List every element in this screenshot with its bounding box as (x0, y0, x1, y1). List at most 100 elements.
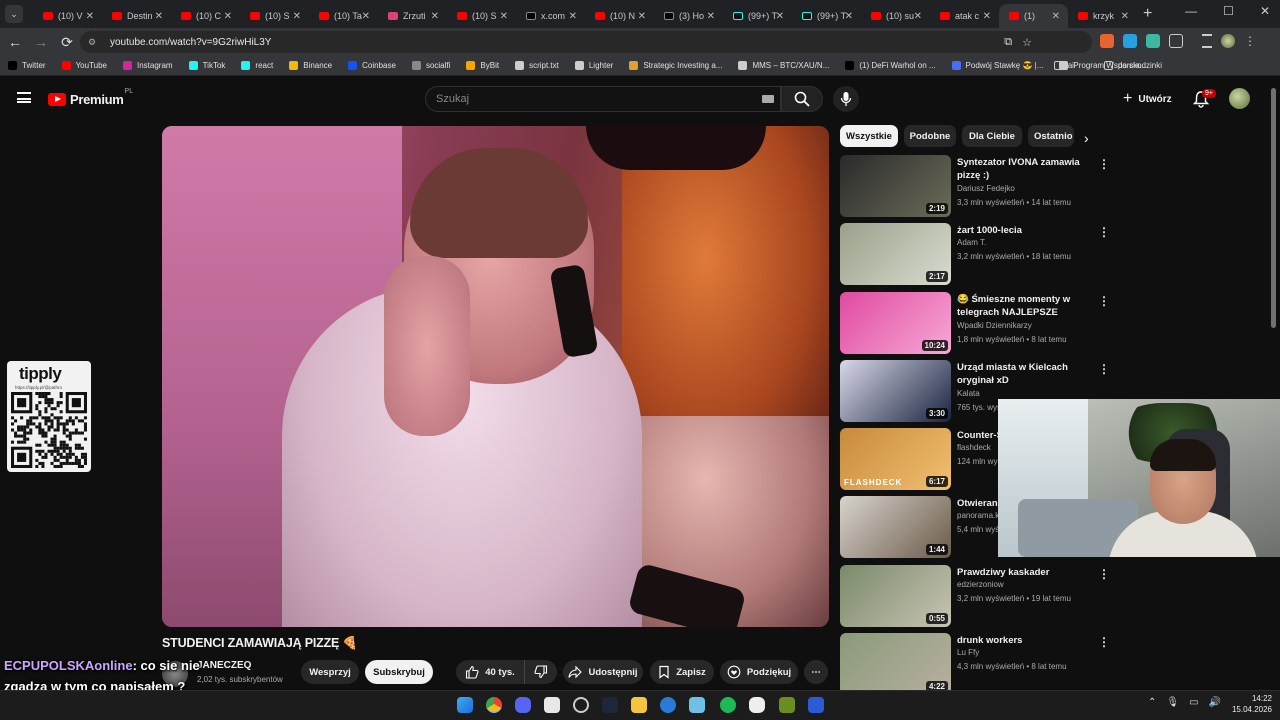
bookmark-item[interactable]: MMS – BTC/XAU/N... (738, 61, 829, 70)
chip-similar[interactable]: Podobne (904, 125, 956, 147)
file-explorer-icon[interactable] (631, 697, 647, 713)
bookmark-item[interactable]: react (241, 61, 273, 70)
extension-blue-icon[interactable] (1123, 34, 1137, 48)
recommendation-title[interactable]: Prawdziwy kaskader (957, 566, 1097, 579)
bookmark-item[interactable]: socialfi (411, 61, 450, 70)
tab-close-icon[interactable]: ✕ (569, 11, 577, 22)
dislike-button[interactable] (524, 660, 557, 684)
more-options-icon[interactable]: ⋮ (1098, 635, 1110, 649)
recommendation-thumbnail[interactable]: 3:30 (840, 360, 951, 422)
browser-tab[interactable]: (10) S ✕ (447, 4, 516, 28)
support-button[interactable]: Wesprzyj (301, 660, 359, 684)
more-options-icon[interactable]: ⋮ (1098, 157, 1110, 171)
bookmark-item[interactable]: YouTube (61, 61, 107, 70)
bookmark-folder-ai[interactable]: ai (1053, 61, 1074, 70)
browser-tab[interactable]: atak c ✕ (930, 4, 999, 28)
steam-taskbar-icon[interactable] (602, 697, 618, 713)
recommendation-channel[interactable]: Kalata (957, 389, 980, 398)
back-icon[interactable]: ← (4, 31, 26, 53)
tab-close-icon[interactable]: ✕ (224, 11, 232, 22)
search-button[interactable] (781, 86, 823, 112)
browser-tab[interactable]: Destin ✕ (102, 4, 171, 28)
app-taskbar-icon-5[interactable] (808, 697, 824, 713)
recommendation-channel[interactable]: Dariusz Fedejko (957, 184, 1015, 193)
browser-tab[interactable]: krzyk ✕ (1068, 4, 1137, 28)
tray-chevron-icon[interactable]: ⌃ (1148, 697, 1156, 708)
tab-search-icon[interactable]: ⌄ (5, 5, 23, 23)
recommendation-thumbnail[interactable]: 4:22 (840, 633, 951, 695)
share-button[interactable]: Udostępnij (563, 660, 643, 684)
browser-tab[interactable]: (10) C ✕ (171, 4, 240, 28)
obs-taskbar-icon[interactable] (573, 697, 589, 713)
recommendation-title[interactable]: żart 1000-lecia (957, 224, 1097, 237)
extension-teal-icon[interactable] (1146, 34, 1160, 48)
more-options-icon[interactable]: ⋮ (1098, 294, 1110, 308)
tray-speaker-icon[interactable]: 🔊 (1209, 697, 1221, 708)
recommendation-item[interactable]: 2:17 żart 1000-lecia Adam T. 3,2 mln wyświe… (840, 223, 1110, 285)
recommendation-channel[interactable]: edzierzoniow (957, 580, 1004, 589)
app-taskbar-icon-4[interactable] (779, 697, 795, 713)
browser-tab[interactable]: (10) Ta ✕ (309, 4, 378, 28)
recommendation-title[interactable]: Urząd miasta w Kielcach oryginał xD (957, 361, 1097, 387)
recommendation-title[interactable]: drunk workers (957, 634, 1097, 647)
recommendation-item[interactable]: 0:55 Prawdziwy kaskader edzierzoniow 3,2 ml… (840, 565, 1110, 627)
tab-close-icon[interactable]: ✕ (1052, 11, 1060, 22)
bookmark-item[interactable]: Twitter (8, 61, 46, 70)
bookmark-item[interactable]: (1) DeFi Warhol on ... (845, 61, 936, 70)
recommendation-channel[interactable]: Lu Ffy (957, 648, 979, 657)
bookmark-item[interactable]: Instagram (123, 61, 173, 70)
tab-close-icon[interactable]: ✕ (914, 11, 922, 22)
tab-close-icon[interactable]: ✕ (1121, 11, 1129, 22)
install-app-icon[interactable]: ⧉ (1004, 36, 1012, 49)
discord-taskbar-icon[interactable] (515, 697, 531, 713)
bookmark-star-icon[interactable]: ☆ (1022, 36, 1032, 49)
recommendation-channel[interactable]: Wpadki Dziennikarzy (957, 321, 1032, 330)
recommendation-item[interactable]: 4:22 drunk workers Lu Ffy 4,3 mln wyświetle… (840, 633, 1110, 695)
address-bar[interactable]: ⚙ youtube.com/watch?v=9G2riwHiL3Y ⧉ ☆ (80, 31, 1092, 53)
tab-close-icon[interactable]: ✕ (362, 11, 370, 22)
minimize-icon[interactable]: — (1185, 4, 1197, 18)
browser-tab[interactable]: (99+) T ✕ (792, 4, 861, 28)
bookmark-item[interactable]: Binance (289, 61, 332, 70)
more-options-icon[interactable]: ⋮ (1098, 567, 1110, 581)
recommendation-channel[interactable]: panorama.k (957, 511, 999, 520)
tab-close-icon[interactable]: ✕ (293, 11, 301, 22)
tab-close-icon[interactable]: ✕ (776, 11, 784, 22)
bookmark-item[interactable]: script.txt (515, 61, 559, 70)
app-taskbar-icon-2[interactable] (689, 697, 705, 713)
tab-close-icon[interactable]: ✕ (707, 11, 715, 22)
taskbar-clock[interactable]: 14:22 15.04.2026 (1222, 693, 1272, 715)
recommendation-title[interactable]: Syntezator IVONA zamawia pizzę :) (957, 156, 1097, 182)
menu-hamburger-icon[interactable] (17, 92, 31, 103)
app-c-taskbar-icon[interactable] (660, 697, 676, 713)
create-button[interactable]: + Utwórz (1117, 86, 1182, 112)
recommendation-title[interactable]: 😂 Śmieszne momenty w telegrach NAJLEPSZE… (957, 293, 1097, 319)
bookmark-item[interactable]: TikTok (188, 61, 225, 70)
page-scrollbar[interactable] (1271, 88, 1276, 328)
extensions-puzzle-icon[interactable] (1169, 34, 1183, 48)
voice-search-button[interactable] (833, 86, 859, 112)
recommendation-item[interactable]: 10:24 😂 Śmieszne momenty w telegrach NAJL… (840, 292, 1110, 354)
extension-fox-icon[interactable] (1100, 34, 1114, 48)
video-player[interactable] (162, 126, 829, 627)
bookmark-item[interactable]: Coinbase (348, 61, 396, 70)
chip-for-you[interactable]: Dla Ciebie (962, 125, 1022, 147)
browser-tab[interactable]: (10) su ✕ (861, 4, 930, 28)
browser-tab[interactable]: x.com ✕ (516, 4, 585, 28)
app-taskbar-icon[interactable] (544, 697, 560, 713)
like-button[interactable]: 40 tys. (456, 660, 524, 684)
tab-close-icon[interactable]: ✕ (983, 11, 991, 22)
tab-close-icon[interactable]: ✕ (638, 11, 646, 22)
new-tab-icon[interactable]: + (1143, 5, 1152, 23)
tab-close-icon[interactable]: ✕ (431, 11, 439, 22)
browser-tab[interactable]: (1) ✕ (999, 4, 1068, 28)
browser-menu-icon[interactable]: ⋮ (1244, 34, 1256, 48)
tray-mic-icon[interactable]: 🎙 (1166, 697, 1179, 708)
search-input[interactable]: Szukaj (425, 86, 781, 112)
bookmark-item[interactable]: Podwój Stawkę 😎 |... (951, 61, 1043, 70)
recommendation-thumbnail[interactable]: 2:19 (840, 155, 951, 217)
browser-tab[interactable]: (3) Ho ✕ (654, 4, 723, 28)
windows-start-icon[interactable] (457, 697, 473, 713)
bookmark-folder-skodzinki[interactable]: do skodzinki (1103, 61, 1162, 70)
browser-tab[interactable]: (10) V ✕ (33, 4, 102, 28)
